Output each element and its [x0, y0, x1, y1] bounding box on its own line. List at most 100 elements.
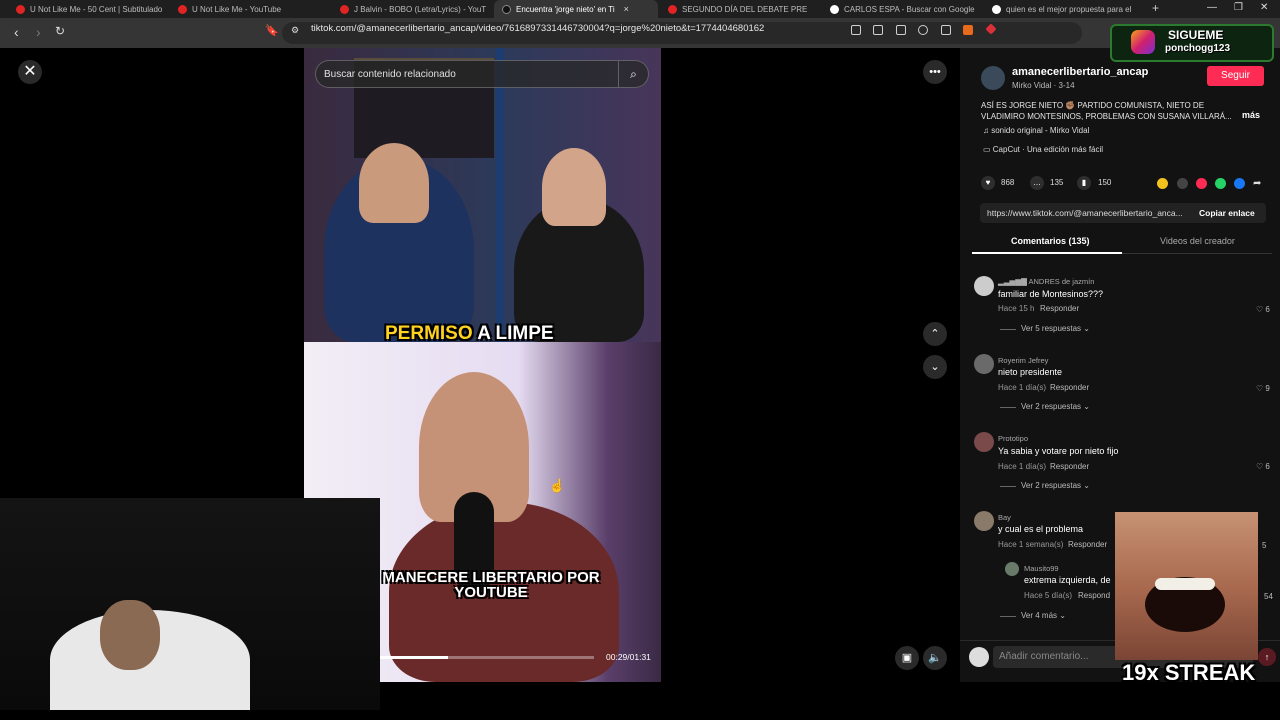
comment-like[interactable]: ♡ 9 — [1256, 384, 1270, 393]
volume-icon[interactable]: 🔈 — [923, 646, 947, 670]
creator-username[interactable]: amanecerlibertario_ancap — [1012, 66, 1148, 78]
cast-icon[interactable] — [896, 25, 906, 35]
comment-avatar[interactable] — [974, 432, 994, 452]
reply-button[interactable]: Responder — [1068, 540, 1107, 549]
comment-like[interactable]: ♡ 6 — [1256, 462, 1270, 471]
coin-share-icon[interactable] — [1157, 178, 1168, 189]
youtube-icon — [16, 4, 25, 14]
creator-subline: Mirko Vidal · 3-14 — [1012, 81, 1075, 90]
creator-avatar[interactable] — [981, 66, 1005, 90]
heart-icon: ♡ — [1256, 462, 1266, 471]
capcut-row[interactable]: ▭ CapCut · Una edición más fácil — [983, 145, 1103, 154]
view-replies-button[interactable]: Ver 5 respuestas ⌄ — [1021, 324, 1090, 333]
related-search-box[interactable]: Buscar contenido relacionado ⌕ — [315, 60, 649, 88]
streak-label: 19x STREAK — [1122, 660, 1256, 685]
reply-avatar[interactable] — [1005, 562, 1019, 576]
comment-like[interactable]: 5 — [1262, 541, 1266, 550]
close-window-icon[interactable]: ✕ — [1260, 2, 1268, 13]
person-left-head — [359, 143, 429, 223]
comment-username[interactable]: ▂▃▅▆▇ ANDRES de jazmín — [998, 277, 1094, 286]
comment-avatar[interactable] — [974, 354, 994, 374]
zoom-icon[interactable] — [918, 25, 928, 35]
browser-tab[interactable]: U Not Like Me - YouTube — [170, 0, 330, 18]
forward-share-icon[interactable]: ➦ — [1253, 178, 1264, 189]
reader-icon[interactable] — [851, 25, 861, 35]
previous-video-icon[interactable]: ⌃ — [923, 322, 947, 346]
comment-avatar[interactable] — [974, 511, 994, 531]
facebook-icon[interactable] — [1234, 178, 1245, 189]
comment-time: Hace 1 día(s) — [998, 462, 1047, 471]
comment-username[interactable]: Prototipo — [998, 434, 1028, 443]
chevron-down-icon: ⌄ — [1057, 611, 1066, 620]
youtube-icon — [178, 4, 187, 14]
browser-tab[interactable]: SEGUNDO DÍA DEL DEBATE PRE — [660, 0, 820, 18]
repost-icon[interactable] — [1196, 178, 1207, 189]
video-caption-top: PERMISO A LIMPE — [385, 323, 554, 344]
brave-shield-icon[interactable] — [963, 25, 973, 35]
comment-icon[interactable]: … — [1030, 176, 1044, 190]
embed-icon[interactable] — [1177, 178, 1188, 189]
browser-tab[interactable]: CARLOS ESPA - Buscar con Google — [822, 0, 982, 18]
comment-text: familiar de Montesinos??? — [998, 289, 1104, 299]
share-icon[interactable] — [941, 25, 951, 35]
comment-avatar[interactable] — [974, 276, 994, 296]
follow-button[interactable]: Seguir — [1207, 66, 1264, 86]
active-tab-indicator — [972, 252, 1122, 254]
like-icon[interactable]: ♥ — [981, 176, 995, 190]
reply-button[interactable]: Responder — [1050, 462, 1089, 471]
forward-icon[interactable]: › — [36, 24, 41, 40]
view-replies-button[interactable]: Ver 2 respuestas ⌄ — [1021, 402, 1090, 411]
comment-text: nieto presidente — [998, 367, 1063, 377]
reply-username[interactable]: Mausito99 — [1024, 564, 1059, 573]
heart-icon: ♡ — [1256, 305, 1266, 314]
browser-tab-bar: U Not Like Me - 50 Cent | Subtitulado U … — [0, 0, 1280, 18]
thread-line — [1000, 407, 1016, 408]
video-link[interactable]: https://www.tiktok.com/@amanecerlibertar… — [987, 208, 1193, 218]
close-video-button[interactable]: ✕ — [18, 60, 42, 84]
send-comment-icon[interactable]: ↑ — [1258, 648, 1276, 666]
browser-tab[interactable]: U Not Like Me - 50 Cent | Subtitulado — [8, 0, 168, 18]
heart-icon: ♡ — [1256, 384, 1266, 393]
close-tab-icon[interactable]: × — [624, 4, 629, 14]
browser-tab[interactable]: J Balvin - BOBO (Letra/Lyrics) - YouT — [332, 0, 492, 18]
reload-icon[interactable]: ↻ — [55, 24, 65, 38]
sound-row[interactable]: ♫ sonido original - Mirko Vidal — [983, 126, 1089, 135]
search-icon[interactable]: ⌕ — [618, 61, 648, 87]
comment-username[interactable]: Bay — [998, 513, 1011, 522]
save-icon[interactable]: ▮ — [1077, 176, 1091, 190]
view-replies-button[interactable]: Ver 2 respuestas ⌄ — [1021, 481, 1090, 490]
bookmark-icon[interactable]: 🔖 — [265, 24, 279, 37]
split-divider — [496, 48, 504, 342]
reply-button[interactable]: Responder — [1050, 383, 1089, 392]
streamer-head — [100, 600, 160, 670]
restore-icon[interactable]: ❐ — [1234, 2, 1243, 13]
translate-icon[interactable] — [873, 25, 883, 35]
comment-like[interactable]: ♡ 6 — [1256, 305, 1270, 314]
google-icon — [992, 4, 1001, 14]
tab-creator-videos[interactable]: Videos del creador — [1160, 236, 1235, 246]
minimize-icon[interactable]: — — [1207, 2, 1217, 13]
video-progress-bar[interactable] — [380, 656, 594, 659]
meme-teeth — [1155, 578, 1215, 590]
more-options-icon[interactable]: ••• — [923, 60, 947, 84]
back-icon[interactable]: ‹ — [14, 24, 19, 40]
save-count: 150 — [1098, 178, 1112, 187]
view-more-button[interactable]: Ver 4 más ⌄ — [1021, 611, 1066, 620]
post-description: ASÍ ES JORGE NIETO ✊🏽 PARTIDO COMUNISTA,… — [981, 101, 1232, 121]
whatsapp-icon[interactable] — [1215, 178, 1226, 189]
tab-comments[interactable]: Comentarios (135) — [1011, 236, 1090, 246]
browser-tab-active[interactable]: Encuentra 'jorge nieto' en Ti × — [494, 0, 658, 18]
more-link[interactable]: más — [1242, 110, 1260, 120]
reply-like[interactable]: 54 — [1264, 592, 1273, 601]
site-info-icon[interactable]: ⚙ — [291, 25, 299, 36]
next-video-icon[interactable]: ⌄ — [923, 355, 947, 379]
reply-button[interactable]: Respond — [1078, 591, 1110, 600]
video-frame-top — [304, 48, 661, 342]
pip-icon[interactable]: ▣ — [895, 646, 919, 670]
copy-link-button[interactable]: Copiar enlace — [1199, 208, 1255, 218]
comment-username[interactable]: Royerim Jefrey — [998, 356, 1048, 365]
new-tab-button[interactable]: + — [1152, 1, 1159, 15]
reply-button[interactable]: Responder — [1040, 304, 1079, 313]
url-text[interactable]: tiktok.com/@amanecerlibertario_ancap/vid… — [311, 23, 764, 34]
browser-tab[interactable]: quien es el mejor propuesta para el — [984, 0, 1144, 18]
